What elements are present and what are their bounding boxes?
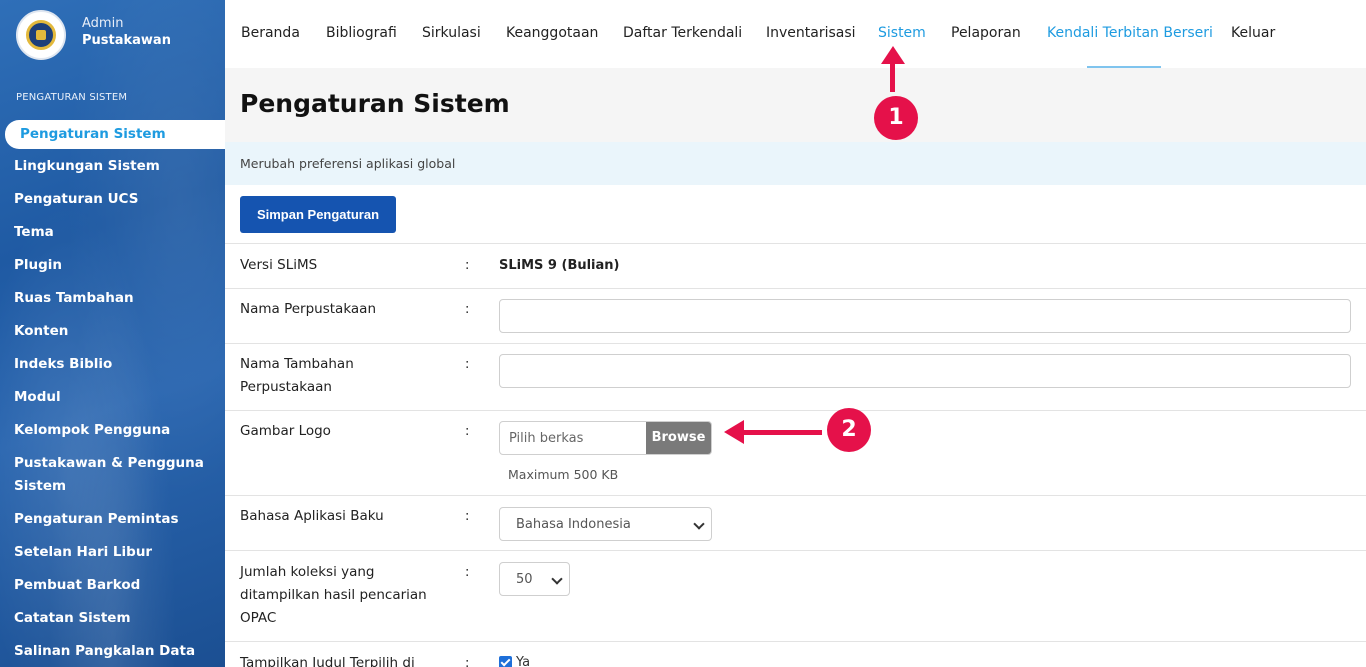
sidebar-section-title: PENGATURAN SISTEM — [16, 92, 128, 103]
sidebar-item-konten[interactable]: Konten — [0, 320, 225, 343]
sidebar-item-tema[interactable]: Tema — [0, 221, 225, 244]
row-library-subname: Nama Tambahan Perpustakaan : — [225, 343, 1366, 410]
user-role: Admin — [82, 16, 124, 31]
opac-count-selected: 50 — [516, 572, 533, 587]
info-bar: Merubah preferensi aplikasi global — [225, 142, 1366, 185]
sidebar-item-catatan-sistem[interactable]: Catatan Sistem — [0, 607, 225, 630]
row-promoted-titles: Tampilkan Judul Terpilih di : Ya — [225, 641, 1366, 667]
annotation-arrow-2 — [742, 430, 822, 435]
sidebar-item-pengaturan-sistem[interactable]: Pengaturan Sistem — [5, 120, 225, 149]
opac-count-select[interactable]: 50 — [499, 562, 570, 596]
version-value: SLiMS 9 (Bulian) — [499, 258, 620, 273]
library-subname-label: Nama Tambahan Perpustakaan — [240, 356, 354, 395]
logo-size-hint: Maximum 500 KB — [508, 467, 619, 482]
sidebar-item-pengaturan-ucs[interactable]: Pengaturan UCS — [0, 188, 225, 211]
sidebar-item-pustakawan-pengguna[interactable]: Pustakawan & Pengguna Sistem — [0, 452, 225, 498]
row-logo: Gambar Logo : Pilih berkas Browse Maximu… — [225, 410, 1366, 495]
save-settings-button[interactable]: Simpan Pengaturan — [240, 196, 396, 233]
promoted-titles-option: Ya — [516, 655, 531, 667]
colon: : — [465, 357, 470, 372]
version-label: Versi SLiMS — [240, 257, 318, 273]
page-title: Pengaturan Sistem — [240, 89, 510, 118]
row-opac-count: Jumlah koleksi yang ditampilkan hasil pe… — [225, 550, 1366, 641]
language-label: Bahasa Aplikasi Baku — [240, 508, 384, 524]
nav-keluar[interactable]: Keluar — [1231, 25, 1275, 41]
annotation-arrow-1 — [890, 56, 895, 92]
logo-label: Gambar Logo — [240, 423, 331, 439]
row-language: Bahasa Aplikasi Baku : Bahasa Indonesia — [225, 495, 1366, 550]
sidebar-item-pembuat-barkod[interactable]: Pembuat Barkod — [0, 574, 225, 597]
colon: : — [465, 302, 470, 317]
sidebar-item-salinan-pangkalan-data[interactable]: Salinan Pangkalan Data — [0, 640, 225, 663]
sidebar-item-pengaturan-pemintas[interactable]: Pengaturan Pemintas — [0, 508, 225, 531]
chevron-down-icon — [693, 518, 705, 530]
annotation-badge-1: 1 — [874, 96, 918, 140]
sidebar-item-kelompok-pengguna[interactable]: Kelompok Pengguna — [0, 419, 225, 442]
colon: : — [465, 509, 470, 524]
language-selected: Bahasa Indonesia — [516, 517, 631, 532]
library-logo — [16, 10, 66, 60]
file-placeholder: Pilih berkas — [509, 431, 584, 446]
page-header: Pengaturan Sistem — [225, 68, 1366, 142]
library-name-label: Nama Perpustakaan — [240, 301, 377, 317]
sidebar-item-lingkungan-sistem[interactable]: Lingkungan Sistem — [0, 155, 225, 178]
sidebar: Admin Pustakawan PENGATURAN SISTEM Penga… — [0, 0, 225, 667]
nav-kendali-terbitan-berseri[interactable]: Kendali Terbitan Berseri — [1047, 25, 1213, 41]
nav-daftar-terkendali[interactable]: Daftar Terkendali — [623, 25, 742, 41]
nav-pelaporan[interactable]: Pelaporan — [951, 25, 1021, 41]
sidebar-item-ruas-tambahan[interactable]: Ruas Tambahan — [0, 287, 225, 310]
annotation-badge-2: 2 — [827, 408, 871, 452]
logo-file-input[interactable]: Pilih berkas Browse — [499, 421, 712, 455]
nav-sistem[interactable]: Sistem — [878, 25, 926, 41]
colon: : — [465, 424, 470, 439]
opac-count-label: Jumlah koleksi yang ditampilkan hasil pe… — [240, 564, 427, 626]
nav-beranda[interactable]: Beranda — [241, 25, 300, 41]
nav-inventarisasi[interactable]: Inventarisasi — [766, 25, 856, 41]
nav-bibliografi[interactable]: Bibliografi — [326, 25, 397, 41]
user-name: Pustakawan — [82, 33, 171, 48]
browse-button[interactable]: Browse — [646, 422, 711, 454]
language-select[interactable]: Bahasa Indonesia — [499, 507, 712, 541]
colon: : — [465, 656, 470, 667]
row-version: Versi SLiMS : SLiMS 9 (Bulian) — [225, 243, 1366, 288]
colon: : — [465, 258, 470, 273]
row-library-name: Nama Perpustakaan : — [225, 288, 1366, 343]
promoted-titles-checkbox[interactable] — [499, 656, 512, 667]
library-subname-input[interactable] — [499, 354, 1351, 388]
sidebar-item-modul[interactable]: Modul — [0, 386, 225, 409]
colon: : — [465, 565, 470, 580]
top-nav: Beranda Bibliografi Sirkulasi Keanggotaa… — [225, 0, 1366, 69]
sidebar-menu: Pengaturan Sistem Lingkungan Sistem Peng… — [0, 120, 225, 667]
chevron-down-icon — [551, 573, 563, 585]
promoted-titles-label: Tampilkan Judul Terpilih di — [240, 655, 415, 667]
brand: Admin Pustakawan — [0, 0, 225, 68]
sidebar-item-setelan-hari-libur[interactable]: Setelan Hari Libur — [0, 541, 225, 564]
nav-sirkulasi[interactable]: Sirkulasi — [422, 25, 481, 41]
sidebar-item-indeks-biblio[interactable]: Indeks Biblio — [0, 353, 225, 376]
annotation-arrow-2-head — [724, 420, 744, 444]
library-name-input[interactable] — [499, 299, 1351, 333]
sidebar-item-plugin[interactable]: Plugin — [0, 254, 225, 277]
nav-keanggotaan[interactable]: Keanggotaan — [506, 25, 598, 41]
